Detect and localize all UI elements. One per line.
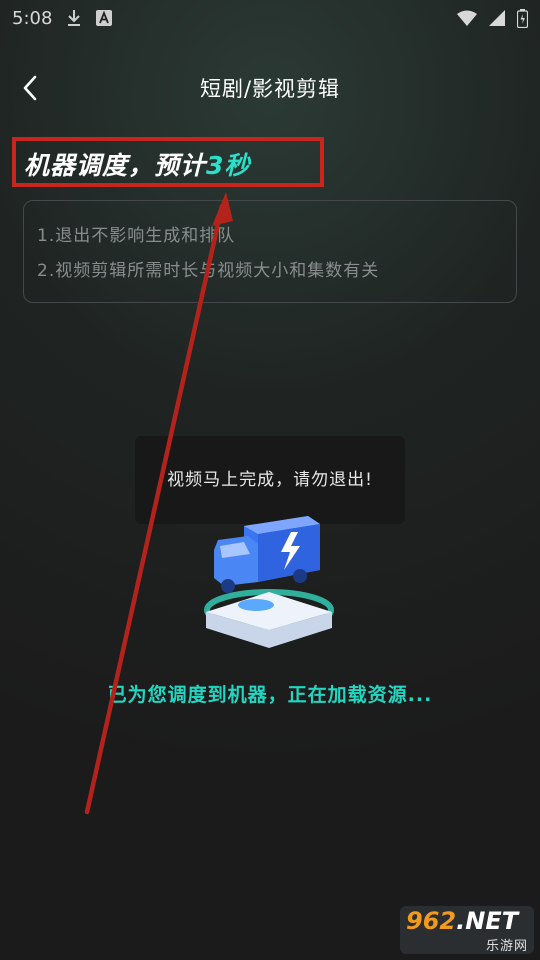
watermark-site-name: 乐游网 — [485, 939, 528, 954]
battery-icon — [517, 8, 528, 28]
font-icon — [96, 10, 113, 26]
loading-status-text: 已为您调度到机器，正在加载资源... — [107, 684, 433, 706]
watermark-logo: 962.NET 乐游网 — [400, 906, 534, 954]
info-card: 1.退出不影响生成和排队 2.视频剪辑所需时长与视频大小和集数有关 — [23, 200, 517, 303]
watermark-title: 962.NET — [406, 908, 528, 934]
watermark-suffix: .NET — [456, 907, 519, 935]
watermark-number: 962 — [406, 907, 457, 935]
page-title: 短剧/影视剪辑 — [199, 77, 341, 101]
chevron-left-icon — [23, 75, 37, 101]
info-line-2: 2.视频剪辑所需时长与视频大小和集数有关 — [37, 261, 380, 281]
truck-icon — [196, 510, 346, 660]
schedule-time-value: 3秒 — [206, 151, 251, 180]
schedule-estimate: 机器调度，预计3秒 — [24, 146, 250, 182]
status-left: 5:08 — [12, 7, 113, 29]
wifi-icon — [457, 10, 477, 26]
signal-icon — [489, 10, 505, 26]
back-button[interactable] — [14, 72, 46, 104]
status-bar: 5:08 — [0, 0, 540, 36]
status-right — [457, 8, 528, 28]
download-icon — [66, 9, 82, 27]
info-line-1: 1.退出不影响生成和排队 — [37, 226, 236, 246]
header: 短剧/影视剪辑 — [0, 64, 540, 112]
toast-message: 视频马上完成，请勿退出! — [167, 469, 373, 490]
status-time: 5:08 — [12, 7, 53, 29]
schedule-label: 机器调度，预计 — [24, 151, 207, 180]
